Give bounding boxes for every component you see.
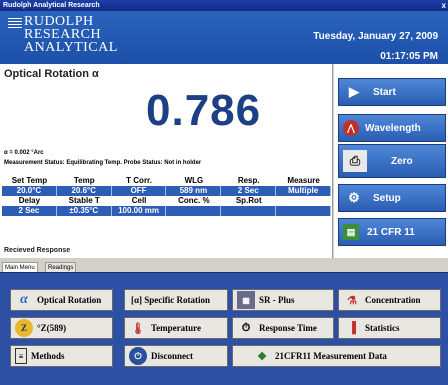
logo-stripes — [8, 18, 22, 28]
received-response: Recieved Response — [4, 247, 71, 254]
table-cell[interactable]: Multiple — [276, 186, 331, 196]
logo-line-3: ANALYTICAL — [24, 40, 118, 55]
cfr11-data-button[interactable]: ❖ 21CFR11 Measurement Data — [232, 345, 441, 367]
measured-value: 0.786 — [146, 86, 262, 135]
table-header: WLG — [184, 176, 204, 185]
table-cell[interactable]: 2 Sec — [2, 206, 57, 216]
z589-button[interactable]: Z °Z(589) — [10, 317, 113, 339]
panel-title: Optical Rotation α — [4, 68, 99, 80]
cfr11-button[interactable]: ▤ 21 CFR 11 — [338, 218, 446, 246]
table-row: 2 Sec ±0.35°C 100.00 mm — [2, 206, 331, 216]
play-icon: ▶ — [349, 84, 359, 99]
cfr11-label: 21 CFR 11 — [367, 226, 415, 238]
zero-button[interactable]: ⎙ Zero — [338, 144, 446, 178]
start-label: Start — [373, 86, 396, 98]
menu-label: Statistics — [365, 323, 400, 333]
status-line: Measurement Status: Equilibrating Temp. … — [4, 160, 202, 166]
printer-icon: ⎙ — [343, 150, 367, 172]
table-cell[interactable]: 2 Sec — [221, 186, 277, 196]
wavelength-label: Wavelength — [365, 122, 421, 134]
alpha-icon: α — [20, 292, 28, 307]
menu-label: [α] Specific Rotation — [131, 295, 211, 305]
concentration-button[interactable]: ⚗ Concentration — [338, 289, 441, 311]
disconnect-icon: ⏻ — [129, 347, 147, 365]
company-logo: RUDOLPH RESEARCH ANALYTICAL — [8, 15, 118, 55]
menu-label: Optical Rotation — [37, 295, 102, 305]
header-bar: RUDOLPH RESEARCH ANALYTICAL Tuesday, Jan… — [0, 11, 448, 64]
menu-label: SR - Plus — [259, 295, 295, 305]
measurement-panel: Optical Rotation α 0.786 α = 0.002 °Arc … — [0, 64, 333, 258]
specific-rotation-button[interactable]: [α] Specific Rotation — [124, 289, 228, 311]
menu-label: °Z(589) — [37, 323, 67, 333]
menu-label: Disconnect — [151, 351, 193, 361]
book-icon: ▤ — [343, 224, 359, 240]
flask-icon: ⚗ — [347, 294, 357, 307]
table-cell[interactable] — [166, 206, 222, 216]
table-cell[interactable] — [221, 206, 277, 216]
table-header: T Corr. — [126, 176, 152, 185]
main-menu-panel: α Optical Rotation [α] Specific Rotation… — [0, 272, 448, 385]
current-time: 01:17:05 PM — [380, 51, 438, 62]
table-cell[interactable]: 589 nm — [166, 186, 222, 196]
temperature-button[interactable]: 🌡 Temperature — [124, 317, 228, 339]
tab-strip: Main Menu Readings — [0, 262, 448, 272]
document-icon: ≡ — [15, 348, 27, 364]
table-header: Stable T — [68, 196, 100, 205]
table-header: Temp — [73, 176, 95, 185]
clock-icon: ⏱ — [241, 321, 251, 334]
tab-main-menu[interactable]: Main Menu — [2, 262, 38, 272]
sr-plus-button[interactable]: ▦ SR - Plus — [232, 289, 334, 311]
table-cell[interactable]: 100.00 mm — [112, 206, 167, 216]
setup-button[interactable]: ⚙ Setup — [338, 184, 446, 212]
table-cell[interactable]: OFF — [112, 186, 167, 196]
tab-readings[interactable]: Readings — [45, 262, 77, 272]
menu-label: Concentration — [365, 295, 421, 305]
optical-rotation-button[interactable]: α Optical Rotation — [10, 289, 113, 311]
zero-label: Zero — [391, 155, 413, 167]
wavelength-button[interactable]: ⋀ Wavelength — [338, 114, 446, 142]
parameter-table: Set Temp Temp T Corr. WLG Resp. Measure … — [2, 176, 331, 216]
table-header: Conc. % — [178, 196, 210, 205]
table-row: 20.0°C 20.6°C OFF 589 nm 2 Sec Multiple — [2, 186, 331, 196]
table-header: Cell — [131, 196, 147, 205]
disconnect-button[interactable]: ⏻ Disconnect — [124, 345, 228, 367]
menu-label: Response Time — [259, 323, 317, 333]
statistics-button[interactable]: ▐ Statistics — [338, 317, 441, 339]
window-title: Rudolph Analytical Research — [3, 2, 100, 9]
chart-icon: ▐ — [348, 322, 356, 334]
table-cell[interactable]: ±0.35°C — [57, 206, 112, 216]
action-panel: ▶ Start ⋀ Wavelength ⎙ Zero ⚙ Setup ▤ 21… — [334, 64, 448, 258]
start-button[interactable]: ▶ Start — [338, 78, 446, 106]
arc-value: α = 0.002 °Arc — [4, 150, 44, 156]
table-header: Resp. — [237, 176, 260, 185]
table-header: Measure — [287, 176, 320, 185]
table-header: Delay — [18, 196, 41, 205]
table-row: Delay Stable T Cell Conc. % Sp.Rot — [2, 196, 331, 206]
cubes-icon: ❖ — [257, 350, 267, 363]
table-header — [276, 196, 331, 206]
table-cell: 20.6°C — [57, 186, 112, 196]
wavelength-icon: ⋀ — [343, 120, 359, 136]
sr-plus-icon: ▦ — [237, 291, 255, 309]
title-bar: Rudolph Analytical Research x — [0, 0, 448, 11]
setup-label: Setup — [373, 192, 401, 204]
methods-button[interactable]: ≡ Methods — [10, 345, 113, 367]
z-coin-icon: Z — [15, 319, 33, 337]
close-icon[interactable]: x — [442, 0, 446, 11]
table-row: Set Temp Temp T Corr. WLG Resp. Measure — [2, 176, 331, 186]
menu-label: Temperature — [151, 323, 201, 333]
table-cell[interactable]: 20.0°C — [2, 186, 57, 196]
gears-icon: ⚙ — [348, 190, 360, 205]
table-header: Set Temp — [11, 176, 48, 185]
menu-label: 21CFR11 Measurement Data — [275, 351, 387, 361]
table-cell — [276, 206, 331, 216]
response-time-button[interactable]: ⏱ Response Time — [232, 317, 334, 339]
menu-label: Methods — [31, 351, 65, 361]
thermometer-icon: 🌡 — [131, 322, 145, 335]
table-header: Sp.Rot — [235, 196, 262, 205]
current-date: Tuesday, January 27, 2009 — [313, 31, 438, 42]
